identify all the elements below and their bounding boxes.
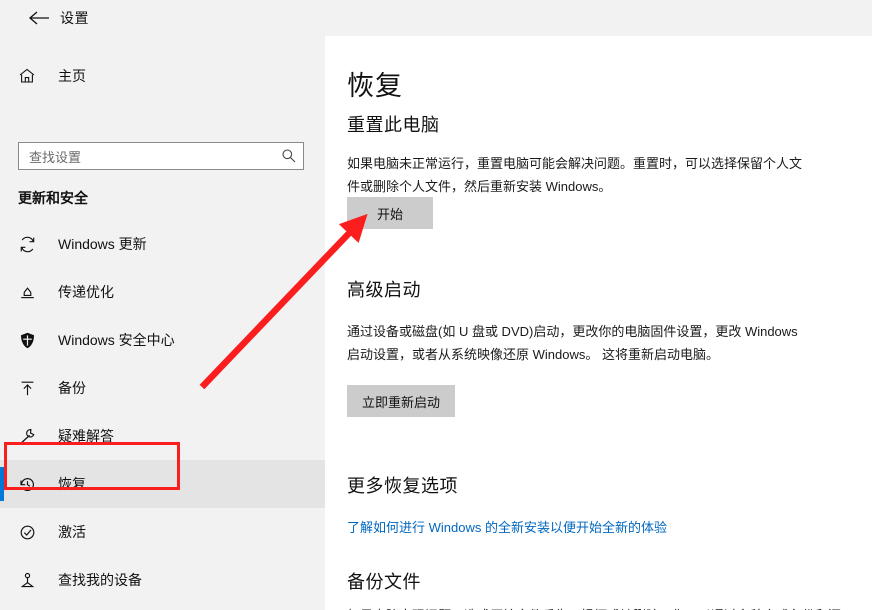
search-icon[interactable] [275,148,303,164]
delivery-optimization-icon [18,283,46,302]
sidebar-item-label: 激活 [58,524,86,540]
sidebar-item-label: Windows 更新 [58,236,147,252]
sidebar-item-windows-update[interactable]: Windows 更新 [0,220,325,268]
sidebar-scrollbar-track[interactable] [317,36,636,610]
sidebar-item-home-label: 主页 [58,68,86,84]
upload-arrow-icon [18,379,46,398]
section-heading-reset-pc: 重置此电脑 [347,115,440,135]
sidebar-group-title: 更新和安全 [18,190,88,206]
section-body-backup-files: 如果电脑出现问题，造成原始文件丢失、损坏或被删除，你可以通过多种方式备份和还 [347,604,867,610]
sidebar-nav: Windows 更新 传递优化 Windows 安全中心 备份 疑难解答 恢复 … [0,220,325,610]
sidebar-item-backup[interactable]: 备份 [0,364,325,412]
fresh-start-link[interactable]: 了解如何进行 Windows 的全新安装以便开始全新的体验 [347,517,667,536]
wrench-icon [18,427,46,446]
page-title: 恢复 [347,71,403,101]
section-heading-advanced-startup: 高级启动 [347,280,421,300]
sidebar: 主页 查找设置 更新和安全 Windows 更新 传递优化 Windows 安全… [0,36,325,610]
sidebar-item-windows-security[interactable]: Windows 安全中心 [0,316,325,364]
section-heading-backup-files: 备份文件 [347,572,421,592]
sidebar-item-label: 疑难解答 [58,428,114,444]
search-placeholder: 查找设置 [29,149,82,165]
section-body-reset-pc: 如果电脑未正常运行，重置电脑可能会解决问题。重置时，可以选择保留个人文件或删除个… [347,156,803,194]
sidebar-item-label: 恢复 [58,476,86,492]
check-circle-icon [18,523,46,542]
title-bar: 设置 [0,0,872,36]
back-arrow-icon[interactable] [24,6,54,30]
sidebar-item-find-my-device[interactable]: 查找我的设备 [0,556,325,604]
sidebar-item-activation[interactable]: 激活 [0,508,325,556]
sidebar-item-troubleshoot[interactable]: 疑难解答 [0,412,325,460]
sidebar-item-label: 查找我的设备 [58,572,142,588]
settings-window: 设置 主页 查找设置 更新和安全 Windows 更新 传递优化 Windows… [0,0,872,610]
search-input[interactable]: 查找设置 [18,142,304,170]
reset-pc-start-button[interactable]: 开始 [347,197,433,229]
home-icon [18,67,44,85]
restart-now-button[interactable]: 立即重新启动 [347,385,455,417]
sidebar-item-home[interactable]: 主页 [18,62,86,90]
shield-icon [18,331,46,350]
find-device-icon [18,571,46,590]
main-content: 恢复 重置此电脑 如果电脑未正常运行，重置电脑可能会解决问题。重置时，可以选择保… [325,36,872,610]
section-heading-more-recovery-options: 更多恢复选项 [347,476,458,496]
sync-icon [18,235,46,254]
app-title: 设置 [60,10,89,26]
sidebar-item-label: 备份 [58,380,86,396]
sidebar-item-developer-options[interactable]: 开发者选项 [0,604,325,610]
section-body-advanced-startup: 通过设备或磁盘(如 U 盘或 DVD)启动，更改你的电脑固件设置，更改 Wind… [347,324,798,362]
sidebar-item-label: Windows 安全中心 [58,332,175,348]
sidebar-item-delivery-optimization[interactable]: 传递优化 [0,268,325,316]
sidebar-item-label: 传递优化 [58,284,114,300]
sidebar-item-recovery[interactable]: 恢复 [0,460,325,508]
history-clock-icon [18,475,46,494]
